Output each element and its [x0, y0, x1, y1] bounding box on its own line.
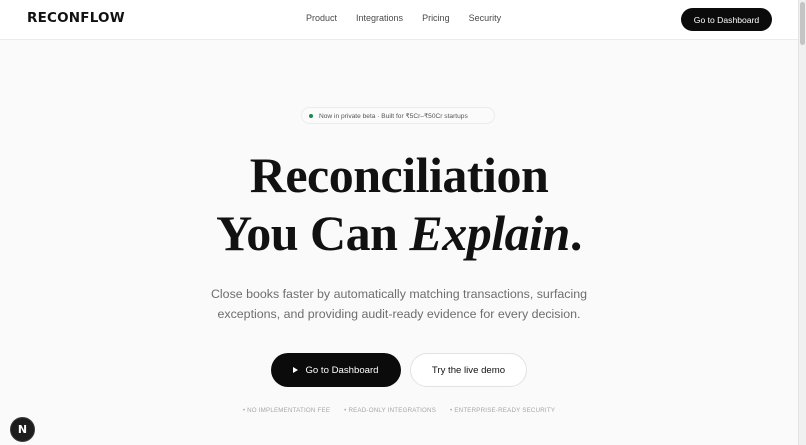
- headline-line-2-italic: Explain: [409, 205, 570, 261]
- nav-item-integrations[interactable]: Integrations: [356, 13, 403, 23]
- brand-logo[interactable]: RECONFLOW: [27, 10, 125, 26]
- hero-headline: Reconciliation You Can Explain.: [0, 146, 798, 262]
- play-icon: [293, 367, 299, 373]
- status-dot-icon: [309, 113, 313, 118]
- landing-page: RECONFLOW Product Integrations Pricing S…: [0, 0, 806, 445]
- try-live-demo-button[interactable]: Try the live demo: [410, 353, 527, 387]
- badge-text: Now in private beta · Built for ₹5Cr–₹50…: [319, 112, 468, 120]
- headline-line-1: Reconciliation: [249, 147, 549, 203]
- top-nav-bar: RECONFLOW Product Integrations Pricing S…: [0, 0, 798, 40]
- page-scrollbar[interactable]: [798, 0, 806, 445]
- feature-item: • NO IMPLEMENTATION FEE: [242, 407, 331, 414]
- feature-item: • ENTERPRISE-READY SECURITY: [450, 407, 556, 414]
- private-beta-badge: Now in private beta · Built for ₹5Cr–₹50…: [301, 107, 495, 124]
- hero-subtitle: Close books faster by automatically matc…: [210, 287, 588, 321]
- nav-item-security[interactable]: Security: [469, 13, 502, 23]
- nextjs-dev-badge[interactable]: N: [10, 417, 35, 442]
- scrollbar-thumb[interactable]: [800, 2, 805, 45]
- nav-item-pricing[interactable]: Pricing: [422, 13, 450, 23]
- feature-list: • NO IMPLEMENTATION FEE • READ-ONLY INTE…: [0, 407, 798, 414]
- headline-line-2-suffix: .: [569, 205, 583, 261]
- main-nav: Product Integrations Pricing Security: [306, 13, 520, 23]
- nav-item-product[interactable]: Product: [306, 13, 337, 23]
- headline-line-2-prefix: You Can: [216, 205, 410, 261]
- go-to-dashboard-label: Go to Dashboard: [305, 364, 379, 376]
- header-dashboard-button[interactable]: Go to Dashboard: [681, 8, 772, 31]
- feature-item: • READ-ONLY INTEGRATIONS: [344, 407, 437, 414]
- go-to-dashboard-button[interactable]: Go to Dashboard: [271, 353, 401, 387]
